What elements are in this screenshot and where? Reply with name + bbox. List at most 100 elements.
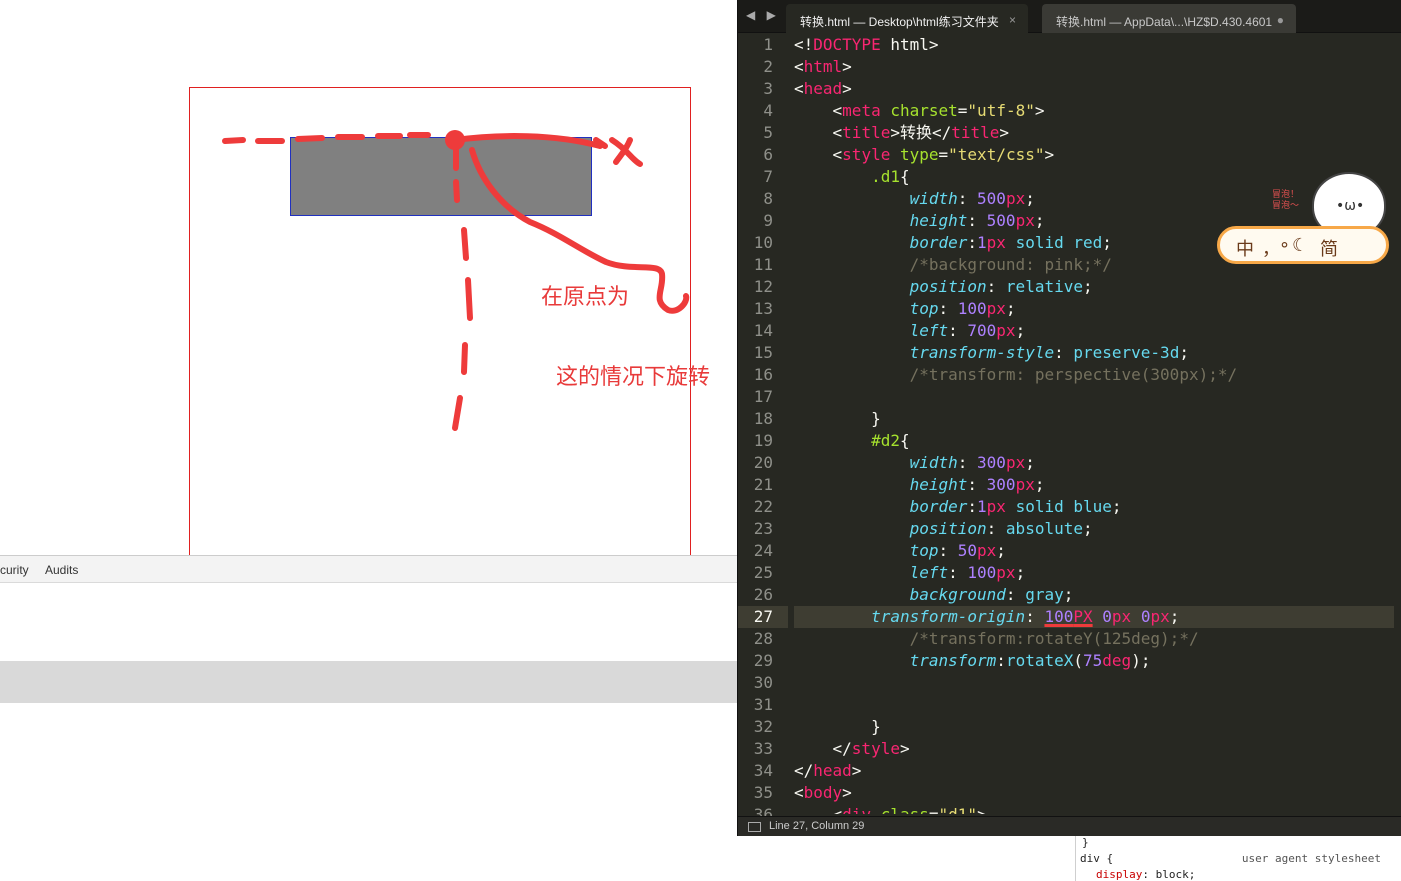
declaration-property: display xyxy=(1096,868,1143,881)
code-line: border:1px solid blue; xyxy=(909,497,1122,516)
code-line: transform-style: preserve-3d; xyxy=(909,343,1189,362)
code-line: position: relative; xyxy=(909,277,1093,296)
code-line: #d2{ xyxy=(871,431,910,450)
editor-tabbar: ◀ ▶ 转换.html — Desktop\html练习文件夹 × 转换.htm… xyxy=(738,0,1401,33)
code-line: width: 500px; xyxy=(909,189,1035,208)
line-number: 11 xyxy=(753,255,773,274)
line-number: 31 xyxy=(753,695,773,714)
y-dash xyxy=(461,342,468,375)
ime-toolbar[interactable]: 中 ，° ☾ 简 xyxy=(1217,226,1389,264)
line-number: 35 xyxy=(753,783,773,802)
line-number: 12 xyxy=(753,277,773,296)
line-number: 2 xyxy=(763,57,773,76)
line-number: 5 xyxy=(763,123,773,142)
code-line: <div class="d1"> xyxy=(794,804,1394,814)
code-line: transform:rotateX(75deg); xyxy=(909,651,1151,670)
code-line: background: gray; xyxy=(909,585,1074,604)
code-line: <body> xyxy=(794,783,852,802)
code-line: left: 700px; xyxy=(909,321,1026,340)
rule-declaration[interactable]: display: block; xyxy=(1096,868,1195,881)
panel-toggle-icon[interactable] xyxy=(748,822,761,832)
code-area[interactable]: <!DOCTYPE html> <html> <head> <meta char… xyxy=(794,34,1394,814)
tab-file-desktop[interactable]: 转换.html — Desktop\html练习文件夹 × xyxy=(786,4,1028,33)
code-line: .d1{ xyxy=(871,167,910,186)
tab-label: 转换.html — AppData\...\HZ$D.430.4601 xyxy=(1056,15,1273,29)
close-icon[interactable]: × xyxy=(1009,13,1016,27)
declaration-value: : block; xyxy=(1142,868,1196,881)
code-line: } xyxy=(794,409,881,428)
rule-selector[interactable]: div { xyxy=(1080,852,1113,865)
line-number: 30 xyxy=(753,673,773,692)
line-number: 4 xyxy=(763,101,773,120)
dash-segment xyxy=(295,135,325,142)
devtools-panel xyxy=(0,583,737,661)
tab-audits[interactable]: Audits xyxy=(45,563,78,577)
devtools-tabbar: curity Audits xyxy=(0,555,737,583)
line-number: 6 xyxy=(763,145,773,164)
code-line: <meta charset="utf-8"> xyxy=(794,101,1045,120)
tab-nav-arrows-icon[interactable]: ◀ ▶ xyxy=(746,8,780,22)
line-number: 17 xyxy=(753,387,773,406)
code-line: <style type="text/css"> xyxy=(794,145,1055,164)
code-editor-window: ◀ ▶ 转换.html — Desktop\html练习文件夹 × 转换.htm… xyxy=(737,0,1401,836)
code-line: position: absolute; xyxy=(909,519,1093,538)
ime-mode-chinese[interactable]: 中 xyxy=(1236,235,1254,261)
x-axis-line xyxy=(452,133,603,149)
line-number: 13 xyxy=(753,299,773,318)
code-line: } xyxy=(794,717,881,736)
code-line: left: 100px; xyxy=(909,563,1026,582)
y-dash xyxy=(465,277,473,321)
line-number: 28 xyxy=(753,629,773,648)
tab-security[interactable]: curity xyxy=(0,563,29,577)
line-number: 15 xyxy=(753,343,773,362)
code-line: <head> xyxy=(794,79,852,98)
line-number: 14 xyxy=(753,321,773,340)
code-line: </style> xyxy=(794,739,910,758)
ime-moon-icon[interactable]: ☾ xyxy=(1292,235,1308,256)
x-label-mark xyxy=(593,137,643,167)
rule-close-brace: } xyxy=(1082,836,1089,849)
y-dash xyxy=(452,395,463,431)
line-number: 19 xyxy=(753,431,773,450)
ime-simplified[interactable]: 简 xyxy=(1320,235,1338,261)
tab-file-appdata[interactable]: 转换.html — AppData\...\HZ$D.430.4601 ● xyxy=(1042,4,1296,33)
mascot-face: •ω• xyxy=(1336,198,1365,214)
line-number: 29 xyxy=(753,651,773,670)
status-bar: Line 27, Column 29 xyxy=(738,816,1401,836)
line-number: 24 xyxy=(753,541,773,560)
red-marker-annotations xyxy=(222,130,690,431)
line-number: 7 xyxy=(763,167,773,186)
code-line: </head> xyxy=(794,761,862,780)
code-line: height: 300px; xyxy=(909,475,1045,494)
line-number: 33 xyxy=(753,739,773,758)
unsaved-dot-icon[interactable]: ● xyxy=(1277,13,1284,27)
line-number: 23 xyxy=(753,519,773,538)
styles-pane: } div { user agent stylesheet display: b… xyxy=(1075,836,1401,881)
line-number: 32 xyxy=(753,717,773,736)
cursor-position: Line 27, Column 29 xyxy=(769,820,865,832)
line-number: 16 xyxy=(753,365,773,384)
rule-origin: user agent stylesheet xyxy=(1241,852,1381,865)
line-number: 10 xyxy=(753,233,773,252)
ime-punctuation-icon[interactable]: ，° xyxy=(1262,235,1289,261)
annotation-text-rotate: 这的情况下旋转 xyxy=(556,365,711,390)
y-dash xyxy=(453,179,460,203)
line-number: 25 xyxy=(753,563,773,582)
y-dash xyxy=(461,227,469,261)
dash-segment xyxy=(222,137,246,144)
line-number: 21 xyxy=(753,475,773,494)
code-line: top: 100px; xyxy=(909,299,1016,318)
code-line: <!DOCTYPE html> xyxy=(794,35,939,54)
line-number: 26 xyxy=(753,585,773,604)
origin-dot xyxy=(445,130,465,150)
devtools-drawer-bar xyxy=(0,661,737,703)
line-number-current: 27 xyxy=(738,606,788,628)
code-line: <title>转换</title> xyxy=(794,123,1010,142)
line-number: 3 xyxy=(763,79,773,98)
code-line: top: 50px; xyxy=(909,541,1006,560)
line-number: 18 xyxy=(753,409,773,428)
line-number: 20 xyxy=(753,453,773,472)
